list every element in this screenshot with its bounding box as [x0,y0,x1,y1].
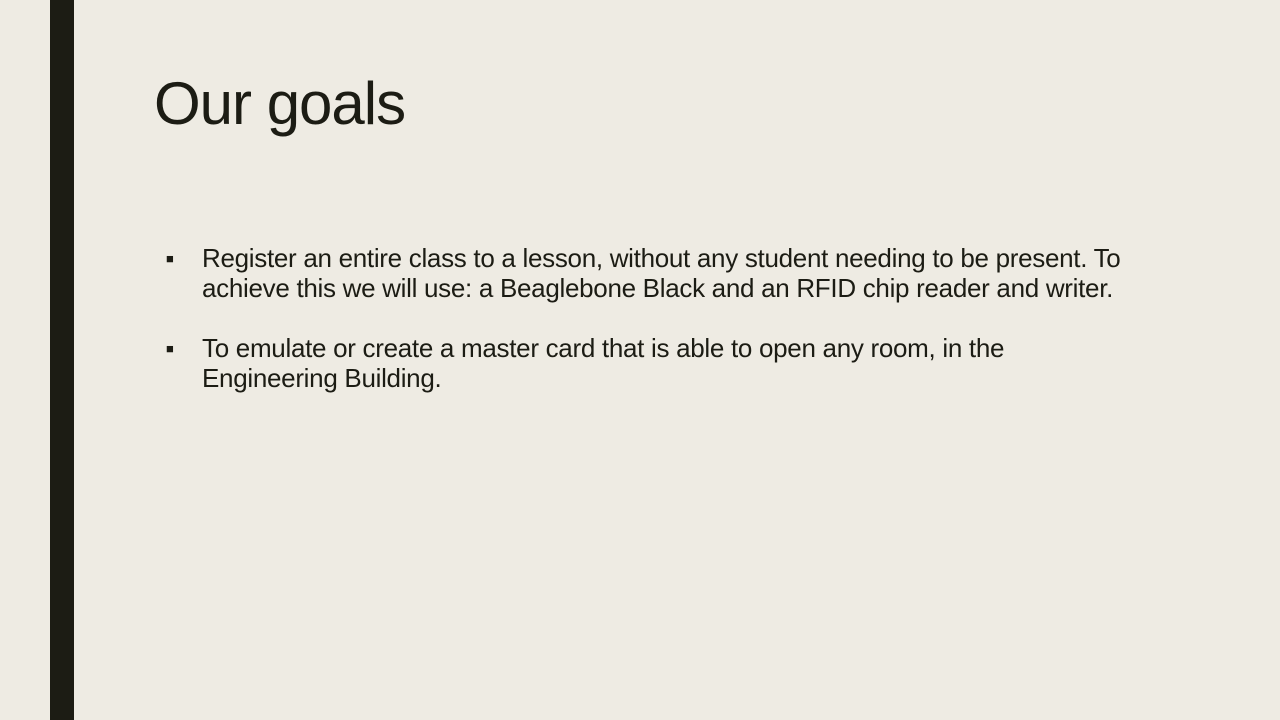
list-item: ■ Register an entire class to a lesson, … [166,243,1126,303]
list-item: ■ To emulate or create a master card tha… [166,333,1126,393]
bullet-list: ■ Register an entire class to a lesson, … [166,243,1126,423]
slide-title: Our goals [154,70,406,137]
bullet-text: To emulate or create a master card that … [202,333,1005,393]
square-bullet-icon: ■ [166,341,174,356]
bullet-text: Register an entire class to a lesson, wi… [202,243,1121,303]
slide: Our goals ■ Register an entire class to … [0,0,1280,720]
square-bullet-icon: ■ [166,251,174,266]
accent-bar [50,0,74,720]
